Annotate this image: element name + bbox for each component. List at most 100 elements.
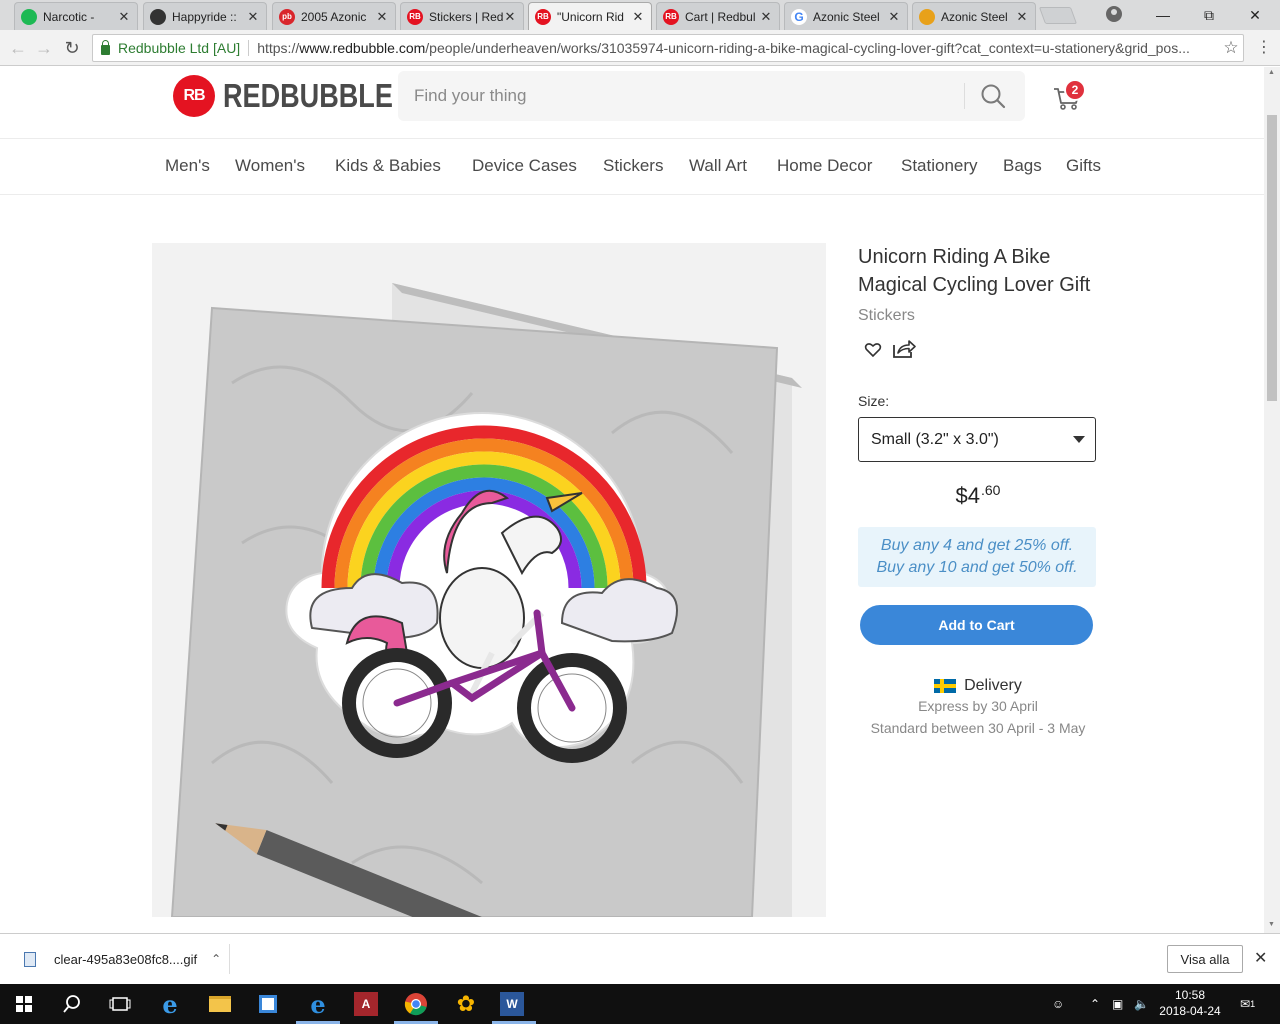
delivery-heading[interactable]: Delivery bbox=[858, 677, 1098, 695]
price-cents: .60 bbox=[981, 482, 1001, 498]
tab-strip: Narcotic - ✕ Happyride :: ✕ pb 2005 Azonic ✕ RB… bbox=[0, 0, 1280, 30]
promo-line-1: Buy any 4 and get 25% off. bbox=[880, 537, 1074, 554]
url-host: www.redbubble.com bbox=[299, 40, 426, 56]
edge-browser-icon[interactable]: e bbox=[156, 990, 184, 1019]
tab-close-icon[interactable]: ✕ bbox=[375, 9, 389, 25]
nav-item-device-cases[interactable]: Device Cases bbox=[472, 156, 577, 176]
close-window-button[interactable]: ✕ bbox=[1232, 0, 1278, 30]
tab-favicon-icon: pb bbox=[279, 8, 295, 25]
browser-tab[interactable]: Happyride :: ✕ bbox=[143, 2, 267, 30]
cart-count-badge[interactable]: 2 bbox=[1064, 79, 1086, 101]
share-icon[interactable] bbox=[892, 339, 916, 359]
sweden-flag-icon bbox=[934, 679, 957, 693]
product-price: $4.60 bbox=[858, 482, 1098, 509]
product-title: Unicorn Riding A Bike Magical Cycling Lo… bbox=[858, 246, 1091, 296]
chevron-up-icon[interactable]: ⌃ bbox=[211, 952, 221, 966]
tab-close-icon[interactable]: ✕ bbox=[631, 9, 645, 25]
minimize-button[interactable]: — bbox=[1140, 0, 1186, 30]
redbubble-logo-text[interactable]: REDBUBBLE bbox=[223, 77, 393, 115]
internet-explorer-icon[interactable]: e bbox=[304, 990, 332, 1019]
search-icon[interactable] bbox=[980, 83, 1006, 109]
nav-item-bags[interactable]: Bags bbox=[1003, 156, 1042, 176]
browser-tab[interactable]: pb 2005 Azonic ✕ bbox=[272, 2, 396, 30]
nav-item-stickers[interactable]: Stickers bbox=[603, 156, 663, 176]
volume-icon[interactable]: 🔈 bbox=[1134, 984, 1149, 1024]
scrollbar-thumb[interactable] bbox=[1267, 115, 1277, 401]
clock-date: 2018-04-24 bbox=[1159, 1004, 1221, 1018]
scroll-down-arrow-icon[interactable]: ▼ bbox=[1268, 921, 1275, 928]
product-photo bbox=[152, 243, 826, 917]
tab-label: "Unicorn Rid bbox=[557, 9, 624, 24]
windows-start-icon[interactable] bbox=[10, 990, 38, 1018]
forward-icon[interactable]: → bbox=[32, 36, 56, 60]
tab-favicon-icon: G bbox=[791, 8, 807, 25]
notification-count: 1 bbox=[1250, 999, 1256, 1009]
browser-tab[interactable]: RB "Unicorn Rid ✕ bbox=[528, 2, 652, 30]
lock-icon bbox=[101, 39, 110, 55]
word-app-icon[interactable]: W bbox=[500, 992, 524, 1016]
tab-label: Cart | Redbul bbox=[685, 9, 756, 24]
product-category[interactable]: Stickers bbox=[858, 307, 1098, 325]
browser-tab[interactable]: Narcotic - ✕ bbox=[14, 2, 138, 30]
close-download-bar-icon[interactable]: ✕ bbox=[1254, 948, 1267, 968]
restore-button[interactable]: ⧉ bbox=[1186, 0, 1232, 30]
tab-label: Azonic Steel bbox=[941, 9, 1008, 24]
search-input[interactable] bbox=[398, 71, 963, 121]
url-text[interactable]: https://www.redbubble.com/people/underhe… bbox=[257, 40, 1219, 56]
task-view-icon[interactable] bbox=[106, 990, 134, 1018]
browser-tab[interactable]: RB Cart | Redbul ✕ bbox=[656, 2, 780, 30]
reload-icon[interactable]: ↻ bbox=[60, 36, 84, 60]
nav-item-mens[interactable]: Men's bbox=[165, 156, 210, 176]
back-icon[interactable]: ← bbox=[6, 36, 30, 60]
nav-item-womens[interactable]: Women's bbox=[235, 156, 305, 176]
product-image[interactable] bbox=[152, 243, 826, 917]
add-to-cart-button[interactable]: Add to Cart bbox=[860, 605, 1093, 645]
tab-favicon-icon bbox=[21, 8, 37, 25]
bookmark-star-icon[interactable]: ☆ bbox=[1219, 38, 1243, 58]
heart-icon[interactable] bbox=[864, 341, 882, 359]
tab-close-icon[interactable]: ✕ bbox=[1015, 9, 1029, 25]
tab-close-icon[interactable]: ✕ bbox=[503, 9, 517, 25]
action-center-icon[interactable]: ✉ 1 bbox=[1240, 984, 1255, 1024]
system-clock[interactable]: 10:58 2018-04-24 bbox=[1150, 987, 1230, 1019]
profile-icon[interactable] bbox=[1106, 6, 1122, 22]
access-app-icon[interactable]: A bbox=[354, 992, 378, 1016]
scroll-up-arrow-icon[interactable]: ▲ bbox=[1268, 69, 1275, 76]
url-omnibox[interactable]: Redbubble Ltd [AU] https://www.redbubble… bbox=[92, 34, 1244, 62]
chrome-icon[interactable] bbox=[402, 990, 430, 1018]
nav-item-kids-babies[interactable]: Kids & Babies bbox=[335, 156, 441, 176]
tab-close-icon[interactable]: ✕ bbox=[246, 9, 260, 25]
download-item[interactable]: clear-495a83e08fc8....gif ⌃ bbox=[18, 944, 230, 974]
tab-label: Happyride :: bbox=[172, 9, 237, 24]
nav-item-gifts[interactable]: Gifts bbox=[1066, 156, 1101, 176]
file-explorer-icon[interactable] bbox=[206, 990, 234, 1018]
browser-tab[interactable]: RB Stickers | Red ✕ bbox=[400, 2, 524, 30]
size-label: Size: bbox=[858, 393, 890, 409]
download-file-name: clear-495a83e08fc8....gif bbox=[54, 951, 198, 967]
store-icon[interactable] bbox=[254, 990, 282, 1018]
page-scrollbar[interactable]: ▲ ▼ bbox=[1264, 67, 1280, 933]
show-all-downloads-button[interactable]: Visa alla bbox=[1167, 945, 1243, 973]
tab-close-icon[interactable]: ✕ bbox=[759, 9, 773, 25]
tab-close-icon[interactable]: ✕ bbox=[887, 9, 901, 25]
nav-item-stationery[interactable]: Stationery bbox=[901, 156, 978, 176]
tab-favicon-icon bbox=[919, 8, 935, 25]
page-content: RB REDBUBBLE 2 Men's Women's Kids & Babi… bbox=[0, 67, 1264, 933]
tab-close-icon[interactable]: ✕ bbox=[117, 9, 131, 25]
network-icon[interactable]: ▣ bbox=[1112, 984, 1123, 1024]
nav-item-wall-art[interactable]: Wall Art bbox=[689, 156, 747, 176]
tab-favicon-icon: RB bbox=[663, 8, 679, 25]
nav-item-home-decor[interactable]: Home Decor bbox=[777, 156, 872, 176]
tray-chevron-up-icon[interactable]: ⌃ bbox=[1090, 984, 1100, 1024]
people-icon[interactable]: ☺ bbox=[1052, 984, 1064, 1024]
windows-taskbar: e e A ✿ W ☺ ⌃ ▣ 🔈 10:58 2018-04-24 ✉ 1 bbox=[0, 984, 1280, 1024]
sunflower-app-icon[interactable]: ✿ bbox=[452, 990, 480, 1018]
browser-menu-icon[interactable]: ⋮ bbox=[1254, 38, 1274, 58]
search-divider bbox=[964, 83, 965, 109]
browser-tab[interactable]: G Azonic Steel ✕ bbox=[784, 2, 908, 30]
new-tab-button[interactable] bbox=[1038, 7, 1078, 24]
search-icon[interactable] bbox=[58, 990, 86, 1018]
browser-tab[interactable]: Azonic Steel ✕ bbox=[912, 2, 1036, 30]
size-dropdown[interactable]: Small (3.2" x 3.0") bbox=[858, 417, 1096, 462]
redbubble-logo-icon[interactable]: RB bbox=[173, 75, 215, 117]
